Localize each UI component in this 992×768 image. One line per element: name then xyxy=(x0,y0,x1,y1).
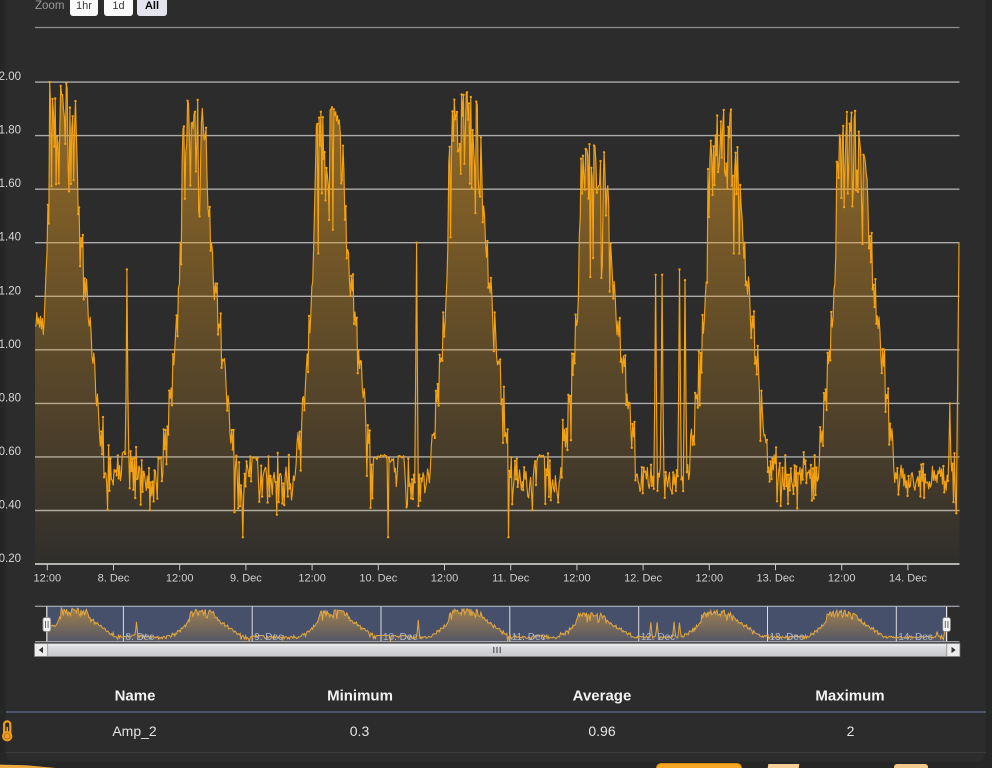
svg-text:12:00: 12:00 xyxy=(34,573,62,585)
svg-text:10. Dec: 10. Dec xyxy=(383,632,417,643)
svg-text:13. Dec: 13. Dec xyxy=(770,632,804,643)
svg-text:9. Dec: 9. Dec xyxy=(254,632,283,643)
svg-text:1.60: 1.60 xyxy=(0,178,21,190)
svg-text:1.20: 1.20 xyxy=(0,285,21,297)
svg-text:12:00: 12:00 xyxy=(696,573,724,585)
svg-text:10. Dec: 10. Dec xyxy=(359,573,397,585)
svg-text:14. Dec: 14. Dec xyxy=(898,632,932,643)
svg-text:12:00: 12:00 xyxy=(298,573,326,585)
svg-text:12:00: 12:00 xyxy=(166,573,194,585)
svg-text:11. Dec: 11. Dec xyxy=(512,632,546,643)
svg-text:0.80: 0.80 xyxy=(0,392,21,404)
svg-text:0.20: 0.20 xyxy=(0,553,21,565)
svg-text:13. Dec: 13. Dec xyxy=(757,573,795,585)
svg-text:14. Dec: 14. Dec xyxy=(889,573,927,585)
svg-text:9. Dec: 9. Dec xyxy=(230,573,262,585)
svg-text:0.40: 0.40 xyxy=(0,500,21,512)
svg-text:8. Dec: 8. Dec xyxy=(125,632,154,643)
svg-text:0.60: 0.60 xyxy=(0,446,21,458)
svg-text:12:00: 12:00 xyxy=(563,573,591,585)
svg-text:12:00: 12:00 xyxy=(431,573,459,585)
svg-text:12. Dec: 12. Dec xyxy=(641,632,675,643)
svg-text:1.00: 1.00 xyxy=(0,339,21,351)
svg-text:11. Dec: 11. Dec xyxy=(492,573,530,585)
svg-text:1.40: 1.40 xyxy=(0,232,21,244)
svg-text:2.00: 2.00 xyxy=(0,71,21,83)
svg-text:8. Dec: 8. Dec xyxy=(98,573,130,585)
svg-text:1.80: 1.80 xyxy=(0,125,21,137)
svg-text:12:00: 12:00 xyxy=(828,573,856,585)
svg-text:12. Dec: 12. Dec xyxy=(624,573,662,585)
